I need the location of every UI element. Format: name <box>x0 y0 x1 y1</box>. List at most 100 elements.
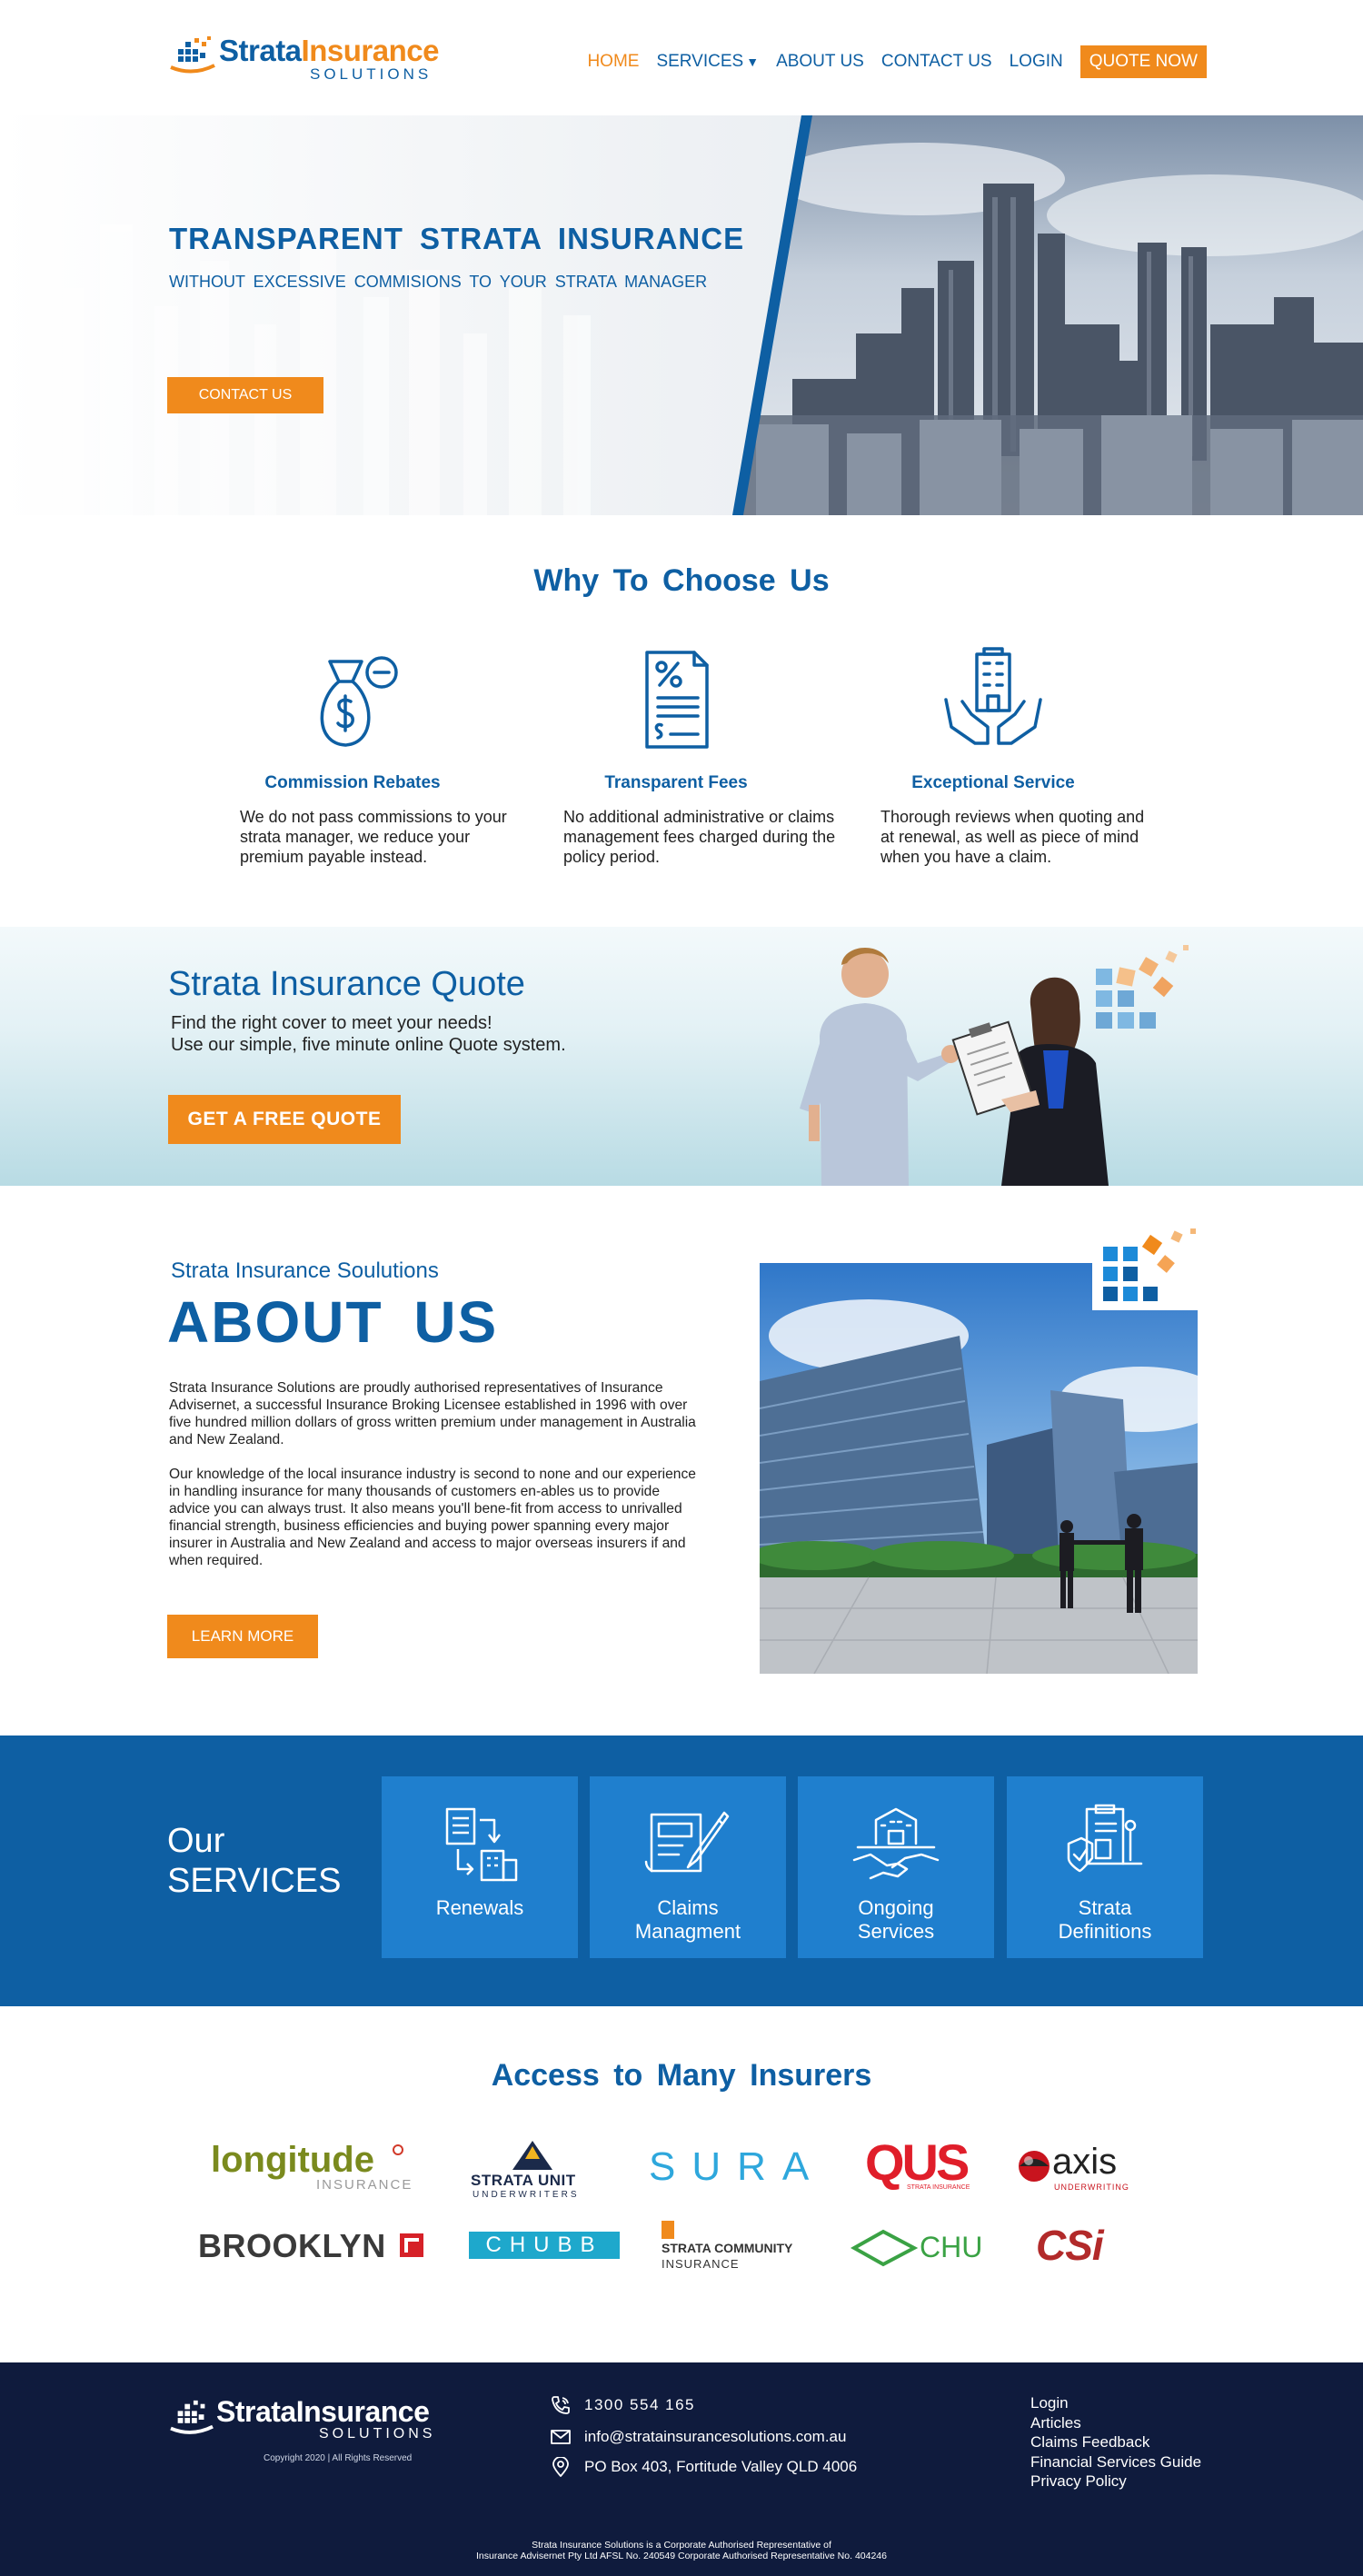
shield-document-icon <box>1067 1804 1143 1873</box>
nav-login[interactable]: LOGIN <box>1010 52 1063 72</box>
decorative-squares-icon <box>1096 945 1189 1029</box>
insurer-logo-text: longitude <box>211 2140 374 2180</box>
service-label: Strata Definitions <box>1007 1896 1203 1944</box>
service-label: Ongoing Services <box>798 1896 994 1944</box>
office-buildings-handshake-image <box>760 1263 1198 1674</box>
footer-link-login[interactable]: Login <box>1030 2393 1201 2413</box>
nav-about[interactable]: ABOUT US <box>776 52 864 72</box>
strata-community-building-icon <box>662 2221 674 2239</box>
footer-logo[interactable]: StrataInsurance SOLUTIONS <box>169 2393 432 2448</box>
hands-building-icon <box>944 647 1042 745</box>
service-label: Renewals <box>382 1896 578 1920</box>
legal-disclaimer: Strata Insurance Solutions is a Corporat… <box>0 2540 1363 2561</box>
document-percent-icon <box>645 651 709 749</box>
postal-address: PO Box 403, Fortitude Valley QLD 4006 <box>584 2458 858 2475</box>
map-pin-icon <box>552 2457 569 2477</box>
footer-link-articles[interactable]: Articles <box>1030 2413 1201 2433</box>
city-skyline-image <box>738 115 1363 515</box>
hero-tagline: WITHOUT EXCESSIVE COMMISIONS TO YOUR STR… <box>169 273 708 291</box>
insurer-logo-chubb: CHUBB <box>469 2232 620 2259</box>
services-heading-line-1: Our <box>167 1822 225 1860</box>
why-choose-title: Why To Choose Us <box>533 563 830 598</box>
hero-background-graphic <box>18 224 591 515</box>
services-heading: Our SERVICES <box>167 1821 341 1901</box>
insurer-logo-subtext: UNDERWRITERS <box>473 2190 580 2200</box>
quote-banner: Strata Insurance Quote Find the right co… <box>0 927 1363 1186</box>
insurer-logo-subtext: INSURANCE <box>662 2257 740 2271</box>
feature-text: We do not pass commissions to your strat… <box>240 808 507 866</box>
service-card-claims[interactable]: Claims Managment <box>590 1776 786 1958</box>
renewal-documents-icon <box>445 1807 518 1882</box>
service-label-line-1: Renewals <box>435 1896 524 1919</box>
insurer-logo-text: QUS <box>865 2133 970 2191</box>
insurer-logo-subtext: UNDERWRITING <box>1054 2183 1129 2192</box>
decorative-squares-icon <box>1092 1228 1201 1310</box>
insurer-logo-subtext: STRATA INSURANCE <box>907 2184 970 2191</box>
footer-logo-word-1: Strata <box>216 2395 296 2428</box>
footer-logo-word-2: Insurance <box>295 2395 430 2428</box>
insurer-logo-text: CHU <box>920 2231 983 2263</box>
service-label-line-2: Managment <box>634 1920 741 1943</box>
footer-links: Login Articles Claims Feedback Financial… <box>1030 2393 1201 2491</box>
service-label-line-2: Definitions <box>1058 1920 1152 1943</box>
feature-text: Thorough reviews when quoting and at ren… <box>880 808 1145 866</box>
legal-line-1: Strata Insurance Solutions is a Corporat… <box>532 2540 831 2551</box>
site-logo[interactable]: StrataInsurance SOLUTIONS <box>169 31 442 85</box>
hero-title: TRANSPARENT STRATA INSURANCE <box>169 222 745 255</box>
service-label: Claims Managment <box>590 1896 786 1944</box>
quote-line-1: Find the right cover to meet your needs! <box>171 1013 492 1033</box>
envelope-icon <box>551 2430 571 2444</box>
insurer-logo-longitude: longitude INSURANCE <box>211 2140 411 2193</box>
handshake-building-icon <box>852 1807 940 1880</box>
insurer-logo-brooklyn: BROOKLYN <box>198 2228 423 2264</box>
service-label-line-1: Strata <box>1078 1896 1132 1919</box>
footer-link-privacy[interactable]: Privacy Policy <box>1030 2472 1201 2491</box>
service-label-line-1: Claims <box>657 1896 719 1919</box>
nav-contact[interactable]: CONTACT US <box>881 52 992 72</box>
logo-building-icon <box>170 36 215 74</box>
chu-diamond-icon <box>851 2229 918 2267</box>
service-card-renewals[interactable]: Renewals <box>382 1776 578 1958</box>
axis-ball-icon <box>1019 2151 1050 2182</box>
service-label-line-2: Services <box>857 1920 935 1943</box>
insurer-logo-text: STRATA UNIT <box>471 2172 576 2189</box>
site-header: StrataInsurance SOLUTIONS HOME SERVICES ▼… <box>0 0 1363 115</box>
phone-number: 1300 554 165 <box>584 2396 695 2413</box>
footer-email[interactable]: info@stratainsurancesolutions.com.au <box>550 2427 846 2447</box>
services-section: Our SERVICES Renewals Claims Managment On… <box>0 1736 1363 2006</box>
feature-title: Exceptional Service <box>911 773 1075 792</box>
service-card-definitions[interactable]: Strata Definitions <box>1007 1776 1203 1958</box>
footer-link-fsg[interactable]: Financial Services Guide <box>1030 2452 1201 2472</box>
feature-title: Transparent Fees <box>604 773 748 792</box>
insurers-title: Access to Many Insurers <box>491 2058 872 2093</box>
money-bag-icon <box>320 656 398 747</box>
nav-home[interactable]: HOME <box>587 52 639 72</box>
insurer-logo-qus: QUS STRATA INSURANCE <box>865 2133 970 2192</box>
service-card-ongoing[interactable]: Ongoing Services <box>798 1776 994 1958</box>
learn-more-button[interactable]: LEARN MORE <box>167 1615 318 1658</box>
quote-title: Strata Insurance Quote <box>168 965 525 1003</box>
footer-logo-wordmark: StrataInsurance <box>216 2395 430 2429</box>
about-paragraph-1: Strata Insurance Solutions are proudly a… <box>169 1380 696 1447</box>
footer-link-claims-feedback[interactable]: Claims Feedback <box>1030 2432 1201 2452</box>
hero-banner: TRANSPARENT STRATA INSURANCE WITHOUT EXC… <box>0 115 1363 515</box>
brooklyn-arrow-icon <box>400 2233 423 2257</box>
get-free-quote-button[interactable]: GET A FREE QUOTE <box>168 1095 401 1144</box>
footer-phone[interactable]: 1300 554 165 <box>550 2395 695 2415</box>
logo-wordmark: StrataInsurance <box>219 34 439 67</box>
caret-down-icon: ▼ <box>746 55 760 69</box>
service-label-line-1: Ongoing <box>858 1896 934 1919</box>
insurer-logo-text: axis <box>1052 2142 1118 2182</box>
nav-services-label: SERVICES <box>656 52 744 71</box>
insurer-logo-text: STRATA COMMUNITY <box>662 2241 793 2255</box>
claims-pen-icon <box>644 1811 730 1873</box>
nav-services[interactable]: SERVICES ▼ <box>656 52 759 72</box>
feature-title: Commission Rebates <box>264 773 441 792</box>
logo-building-icon <box>170 2400 214 2434</box>
insurer-logo-subtext: INSURANCE <box>316 2177 413 2193</box>
footer-logo-subtitle: SOLUTIONS <box>319 2426 436 2442</box>
quote-now-button[interactable]: QUOTE NOW <box>1079 45 1207 78</box>
main-nav: HOME SERVICES ▼ ABOUT US CONTACT US LOGIN… <box>587 45 1207 78</box>
services-heading-line-2: SERVICES <box>167 1862 342 1900</box>
hero-contact-button[interactable]: CONTACT US <box>167 377 323 413</box>
